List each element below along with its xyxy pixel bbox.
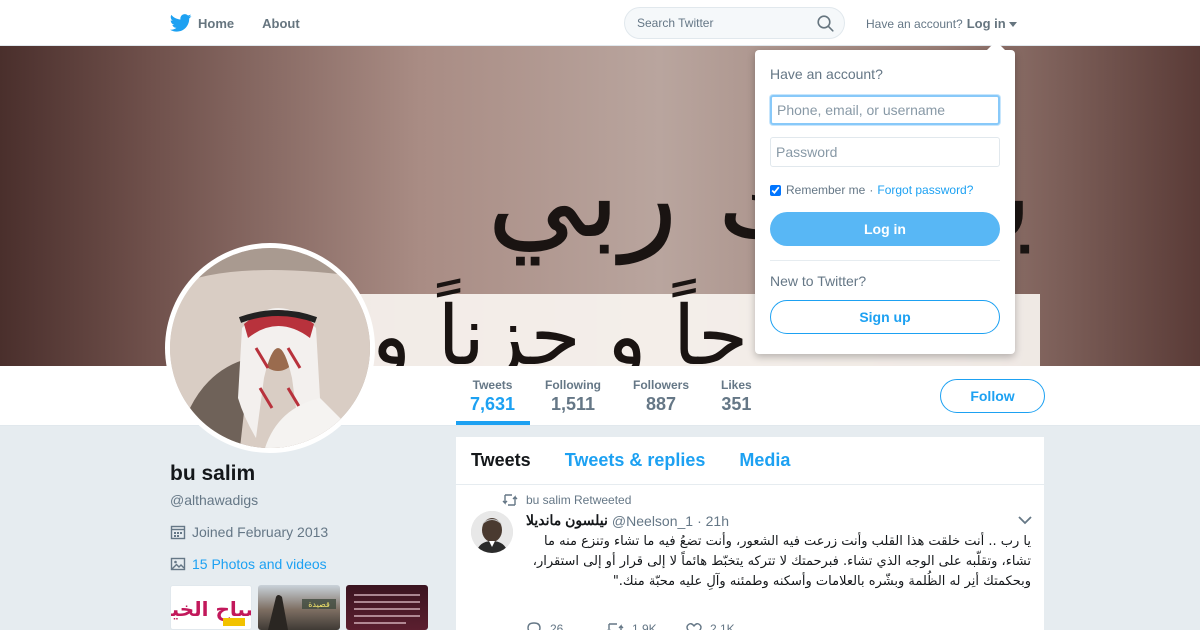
caret-down-icon[interactable] (1008, 21, 1017, 27)
photo-thumbnails: صباح الخير قصيدة (170, 585, 434, 630)
photo-thumbnail[interactable]: قصيدة (258, 585, 340, 630)
stat-followers[interactable]: Followers 887 (633, 378, 689, 415)
profile-avatar[interactable] (165, 243, 375, 453)
tweet-author-avatar[interactable] (471, 511, 513, 553)
nav-about[interactable]: About (262, 16, 300, 31)
tweet-author-name[interactable]: نيلسون مانديلا (526, 512, 608, 529)
thumbnail-image: قصيدة (268, 595, 336, 630)
tweet-header: نيلسون مانديلا @Neelson_1 · 21h (526, 512, 729, 529)
login-dropdown: Have an account? Remember me · Forgot pa… (755, 41, 1015, 354)
dropdown-divider (770, 260, 1000, 261)
calendar-icon (170, 525, 186, 540)
dropdown-arrow (987, 41, 1005, 50)
stat-likes-label: Likes (721, 378, 752, 392)
avatar-photo (170, 248, 370, 448)
nav-about-label: About (262, 15, 300, 31)
search-icon[interactable] (817, 15, 834, 32)
nav-home-label: Home (198, 15, 235, 31)
retweet-icon (502, 494, 518, 506)
search-input[interactable] (625, 8, 805, 38)
tweet-author-handle[interactable]: @Neelson_1 (612, 513, 693, 529)
tweet-item[interactable]: bu salim Retweeted نيلسون مانديلا @Neels… (456, 485, 1044, 630)
retweet-context: bu salim Retweeted (502, 493, 631, 507)
tweet-time[interactable]: · 21h (697, 513, 729, 529)
tab-tweets-replies[interactable]: Tweets & replies (565, 450, 706, 471)
remember-me-row: Remember me · Forgot password? (770, 183, 973, 197)
stat-following[interactable]: Following 1,511 (545, 378, 601, 415)
stat-following-value: 1,511 (550, 394, 596, 414)
stat-followers-value: 887 (645, 394, 677, 414)
stat-followers-label: Followers (633, 378, 690, 392)
joined-date-text: Joined February 2013 (192, 524, 329, 540)
retweet-icon (607, 623, 624, 630)
photo-icon (170, 557, 186, 571)
tweet-author-photo (471, 511, 513, 553)
tweet-actions: 26 1.9K 2.1K (526, 621, 766, 630)
reply-count: 26 (550, 622, 564, 630)
profile-sidebar: bu salim @althawadigs Joined February 20… (170, 462, 440, 630)
login-dropdown-toggle[interactable]: Log in (967, 16, 1006, 31)
remember-me-label[interactable]: Remember me (786, 183, 865, 197)
account-menu: Have an account? Log in (866, 16, 1017, 31)
search-box[interactable] (624, 7, 845, 39)
thumbnail-image: صباح الخير (171, 597, 252, 626)
forgot-password-link[interactable]: Forgot password? (877, 183, 973, 197)
login-heading: Have an account? (770, 66, 883, 82)
signup-button[interactable]: Sign up (770, 300, 1000, 334)
stat-tweets[interactable]: Tweets 7,631 (470, 378, 515, 415)
chevron-down-icon[interactable] (1018, 515, 1032, 525)
login-button[interactable]: Log in (770, 212, 1000, 246)
timeline-tabs: Tweets Tweets & replies Media (456, 437, 1044, 485)
timeline: Tweets Tweets & replies Media bu salim R… (456, 437, 1044, 630)
photo-thumbnail[interactable]: صباح الخير (170, 585, 252, 630)
nav-home[interactable]: Home (170, 14, 234, 32)
twitter-bird-icon (170, 14, 192, 32)
stat-following-label: Following (545, 378, 601, 392)
heart-icon (686, 622, 702, 630)
retweet-context-text: bu salim Retweeted (526, 493, 632, 507)
retweet-count: 1.9K (632, 622, 657, 630)
stat-likes-value: 351 (721, 394, 752, 414)
active-stat-underline (456, 421, 530, 425)
profile-name[interactable]: bu salim (170, 462, 440, 486)
avatar-image (170, 248, 370, 448)
photos-videos-label: 15 Photos and videos (192, 556, 327, 572)
stat-likes[interactable]: Likes 351 (721, 378, 752, 415)
reply-icon (527, 622, 541, 630)
stat-tweets-value: 7,631 (470, 394, 516, 414)
stat-tweets-label: Tweets (472, 378, 513, 392)
tab-tweets[interactable]: Tweets (471, 450, 531, 471)
joined-date: Joined February 2013 (170, 524, 440, 540)
photos-videos-link[interactable]: 15 Photos and videos (170, 556, 440, 572)
retweet-action[interactable]: 1.9K (606, 621, 686, 630)
photo-thumbnail[interactable] (346, 585, 428, 630)
thumbnail-text: صباح الخير (171, 597, 252, 621)
separator-dot: · (869, 183, 874, 197)
new-to-twitter-text: New to Twitter? (770, 273, 867, 289)
like-count: 2.1K (710, 622, 735, 630)
reply-action[interactable]: 26 (526, 621, 606, 630)
remember-me-checkbox[interactable] (770, 184, 781, 196)
username-input[interactable] (770, 95, 1000, 125)
tab-media[interactable]: Media (739, 450, 790, 471)
password-input[interactable] (770, 137, 1000, 167)
like-action[interactable]: 2.1K (686, 621, 766, 630)
profile-handle[interactable]: @althawadigs (170, 492, 440, 508)
thumbnail-image (354, 594, 420, 624)
banner-text-bottom: حاً و حزناً و (368, 278, 749, 366)
account-prompt: Have an account? (866, 16, 963, 31)
top-nav: Home About Have an account? Log in (0, 0, 1200, 46)
thumbnail-text: قصيدة (308, 600, 330, 609)
tweet-text: يا رب .. أنت خلقت هذا القلب وأنت زرعت في… (532, 534, 1031, 589)
follow-button[interactable]: Follow (940, 379, 1045, 413)
